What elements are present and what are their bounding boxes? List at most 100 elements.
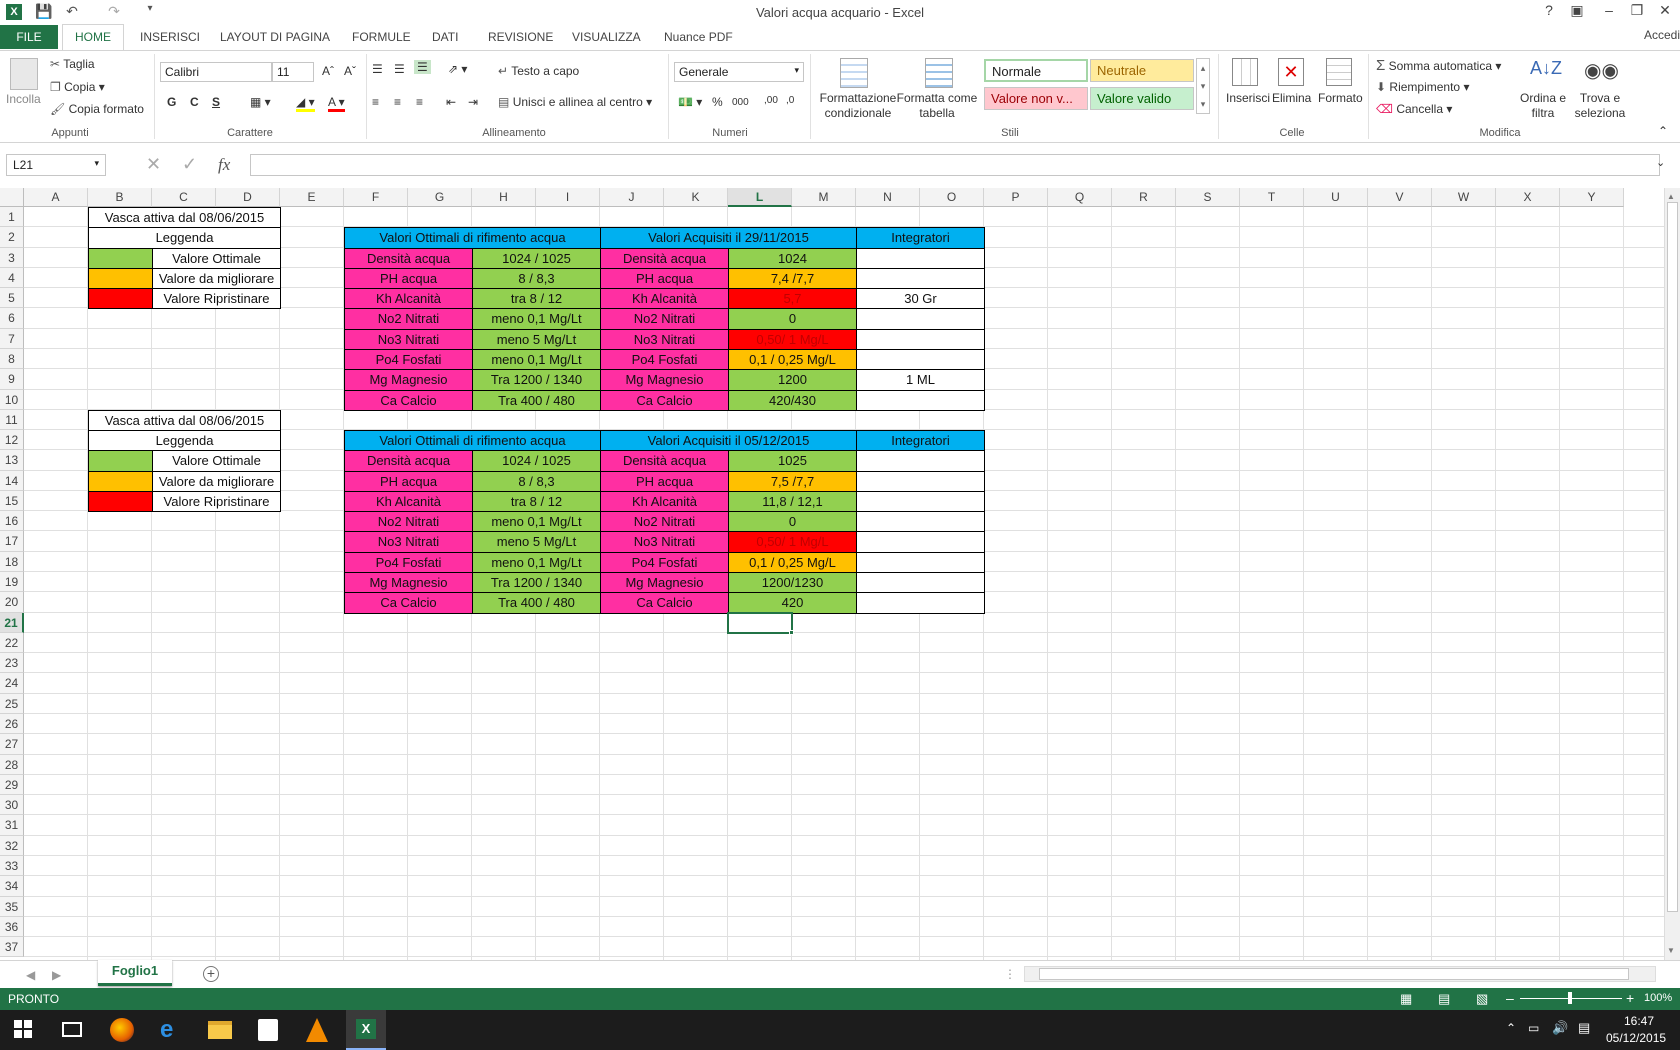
legend-title[interactable]: Vasca attiva dal 08/06/2015: [88, 409, 281, 432]
integrator-cell[interactable]: [856, 247, 985, 269]
row-header[interactable]: 16: [0, 511, 24, 532]
select-all-corner[interactable]: [0, 188, 24, 207]
optimal-cell[interactable]: meno 0,1 Mg/Lt: [472, 308, 601, 330]
paste-icon[interactable]: [10, 58, 38, 90]
align-middle-icon[interactable]: ☰: [394, 62, 405, 76]
column-header[interactable]: M: [792, 188, 856, 207]
row-header[interactable]: 4: [0, 267, 24, 289]
row-header[interactable]: 2: [0, 227, 24, 248]
integrator-cell[interactable]: [856, 267, 985, 290]
value-cell[interactable]: 1025: [728, 450, 857, 472]
param-cell[interactable]: Kh Alcanità: [344, 288, 473, 310]
value-cell[interactable]: 11,8 / 12,1: [728, 490, 857, 513]
new-sheet-icon[interactable]: +: [203, 966, 219, 982]
optimal-cell[interactable]: 1024 / 1025: [472, 450, 601, 472]
borders-icon[interactable]: ▦ ▾: [250, 95, 271, 109]
column-header[interactable]: E: [280, 188, 344, 207]
column-header[interactable]: V: [1368, 188, 1432, 207]
format-cells-icon[interactable]: [1326, 58, 1352, 86]
tab-view[interactable]: VISUALIZZA: [568, 30, 645, 44]
currency-icon[interactable]: 💵 ▾: [678, 95, 702, 109]
column-header[interactable]: H: [472, 188, 536, 207]
task-view-icon[interactable]: [62, 1022, 82, 1037]
optimal-cell[interactable]: Tra 1200 / 1340: [472, 369, 601, 391]
expand-formula-icon[interactable]: ⌄: [1656, 156, 1665, 169]
underline-button[interactable]: S: [212, 95, 220, 109]
close-button[interactable]: ✕: [1652, 2, 1678, 19]
optimal-cell[interactable]: meno 0,1 Mg/Lt: [472, 511, 601, 533]
insert-function-button[interactable]: fx: [218, 155, 230, 175]
optimal-cell[interactable]: 8 / 8,3: [472, 470, 601, 492]
row-header[interactable]: 26: [0, 714, 24, 735]
optimal-cell[interactable]: Tra 400 / 480: [472, 389, 601, 411]
param-cell[interactable]: Densità acqua: [344, 450, 473, 472]
value-cell[interactable]: 420/430: [728, 389, 857, 411]
param-cell[interactable]: Densità acqua: [600, 247, 729, 269]
value-cell[interactable]: 5,7: [728, 288, 857, 310]
store-icon[interactable]: [258, 1019, 278, 1041]
value-cell[interactable]: 0,50/ 1 Mg/L: [728, 328, 857, 350]
table-header[interactable]: Valori Acquisiti il 29/11/2015: [600, 227, 857, 249]
number-format-combo[interactable]: Generale ▾: [674, 62, 804, 82]
param-cell[interactable]: Ca Calcio: [344, 389, 473, 411]
next-sheet-icon[interactable]: ▶: [52, 968, 61, 982]
zoom-slider[interactable]: [1520, 992, 1622, 1004]
excel-taskbar-icon[interactable]: X: [346, 1010, 386, 1050]
style-bad[interactable]: Valore non v...: [984, 87, 1088, 110]
table-header[interactable]: Integratori: [856, 227, 985, 249]
param-cell[interactable]: No3 Nitrati: [600, 531, 729, 553]
row-header[interactable]: 29: [0, 774, 24, 796]
format-cells-button[interactable]: Formato: [1318, 91, 1363, 105]
row-header[interactable]: 32: [0, 835, 24, 856]
tray-expand-icon[interactable]: ⌃: [1506, 1021, 1516, 1035]
vertical-scrollbar[interactable]: ▲ ▼: [1664, 188, 1680, 960]
fill-color-icon[interactable]: ◢ ▾: [296, 95, 315, 112]
legend-title[interactable]: Vasca attiva dal 08/06/2015: [88, 207, 281, 229]
legend-swatch[interactable]: [88, 247, 153, 269]
row-header[interactable]: 13: [0, 450, 24, 471]
value-cell[interactable]: 0: [728, 308, 857, 330]
value-cell[interactable]: 7,5 /7,7: [728, 470, 857, 492]
table-header[interactable]: Integratori: [856, 430, 985, 452]
row-header[interactable]: 1: [0, 207, 24, 228]
param-cell[interactable]: PH acqua: [600, 267, 729, 290]
zoom-out-icon[interactable]: –: [1506, 990, 1514, 1006]
legend-swatch[interactable]: [88, 267, 153, 290]
legend-swatch[interactable]: [88, 490, 153, 513]
value-cell[interactable]: 420: [728, 592, 857, 614]
indent-decrease-icon[interactable]: ⇤: [446, 95, 456, 109]
action-center-icon[interactable]: ▤: [1578, 1020, 1590, 1036]
param-cell[interactable]: PH acqua: [344, 470, 473, 492]
minimize-button[interactable]: –: [1596, 2, 1622, 18]
row-header[interactable]: 21: [0, 612, 24, 633]
column-header[interactable]: C: [152, 188, 216, 207]
fill-handle[interactable]: [789, 629, 794, 635]
integrator-cell[interactable]: [856, 531, 985, 553]
param-cell[interactable]: No2 Nitrati: [344, 308, 473, 330]
decrease-decimal-icon[interactable]: ,0: [786, 95, 794, 106]
tab-page-layout[interactable]: LAYOUT DI PAGINA: [216, 30, 334, 44]
row-header[interactable]: 31: [0, 815, 24, 836]
param-cell[interactable]: Mg Magnesio: [600, 369, 729, 391]
row-header[interactable]: 9: [0, 369, 24, 390]
sheet-tab-foglio1[interactable]: Foglio1: [98, 960, 172, 986]
conditional-format-icon[interactable]: [840, 58, 868, 88]
align-center-icon[interactable]: ≡: [394, 95, 401, 109]
format-painter-button[interactable]: 🖌 Copia formato: [50, 102, 144, 116]
conditional-format-button[interactable]: Formattazione condizionale: [814, 91, 902, 121]
param-cell[interactable]: No3 Nitrati: [600, 328, 729, 350]
confirm-entry-icon[interactable]: ✓: [182, 154, 197, 175]
integrator-cell[interactable]: [856, 389, 985, 411]
insert-cells-button[interactable]: Inserisci: [1226, 91, 1270, 105]
row-header[interactable]: 8: [0, 348, 24, 370]
legend-label[interactable]: Valore Ottimale: [152, 247, 281, 269]
row-header[interactable]: 36: [0, 916, 24, 938]
table-header[interactable]: Valori Ottimali di rifimento acqua: [344, 430, 601, 452]
column-header[interactable]: I: [536, 188, 600, 207]
autosum-button[interactable]: Σ Somma automatica ▾: [1376, 57, 1501, 74]
volume-icon[interactable]: 🔊: [1552, 1020, 1568, 1036]
integrator-cell[interactable]: [856, 348, 985, 371]
maximize-button[interactable]: ❐: [1624, 2, 1650, 19]
param-cell[interactable]: PH acqua: [344, 267, 473, 290]
zoom-level[interactable]: 100%: [1644, 992, 1672, 1004]
